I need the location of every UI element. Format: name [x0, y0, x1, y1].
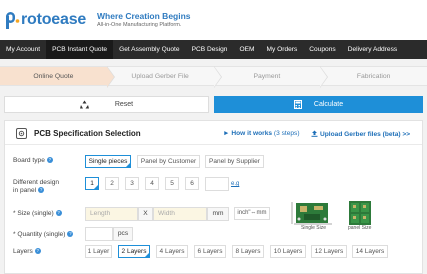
brand-tagline: Where Creation Begins All-in-One Manufac… [97, 11, 191, 28]
panel-size-label: panel Size [348, 225, 372, 231]
brand-name: rotoease [21, 11, 87, 28]
nav-pcb-design[interactable]: PCB Design [186, 40, 234, 59]
help-icon[interactable]: ? [55, 210, 62, 217]
upload-gerber-link[interactable]: Upload Gerber files (beta) >> [311, 130, 410, 138]
how-it-works-link[interactable]: ► How it works (3 steps) [223, 130, 300, 137]
size-label: * Size (single)? [13, 210, 62, 217]
nav-delivery-address[interactable]: Delivery Address [342, 40, 403, 59]
recycle-icon [79, 100, 89, 109]
main-nav: My Account PCB Instant Quote Get Assembl… [0, 40, 427, 59]
single-size-illustration [290, 201, 336, 227]
nav-get-assembly-quote[interactable]: Get Assembly Quote [113, 40, 185, 59]
spec-title: PCB Specification Selection [34, 129, 141, 138]
how-it-works-label: How it works [231, 130, 273, 137]
layers-option-1[interactable]: 1 Layer [85, 245, 112, 258]
layers-option-12[interactable]: 12 Layers [311, 245, 347, 258]
design-count-1[interactable]: 1 [85, 177, 99, 190]
layers-option-6[interactable]: 6 Layers [194, 245, 226, 258]
step-label: Fabrication [356, 73, 391, 80]
board-type-panel-by-supplier[interactable]: Panel by Supplier [205, 155, 264, 168]
layers-option-4[interactable]: 4 Layers [156, 245, 188, 258]
upload-gerber-label: Upload Gerber files (beta) >> [320, 131, 411, 138]
design-count-6[interactable]: 6 [185, 177, 199, 190]
board-type-panel-by-customer[interactable]: Panel by Customer [137, 155, 200, 168]
quantity-input[interactable] [85, 227, 113, 241]
nav-pcb-instant-quote[interactable]: PCB Instant Quote [46, 40, 114, 59]
brand-logo[interactable]: rotoease [6, 10, 86, 30]
nav-coupons[interactable]: Coupons [303, 40, 341, 59]
board-type-single-pieces[interactable]: Single pieces [85, 155, 131, 168]
help-icon[interactable]: ? [67, 231, 74, 238]
size-unit: mm [207, 207, 229, 221]
panel-size-illustration [349, 201, 371, 227]
reset-label: Reset [114, 101, 134, 108]
how-it-works-steps: (3 steps) [273, 130, 300, 137]
help-icon[interactable]: ? [46, 157, 53, 164]
design-count-4[interactable]: 4 [145, 177, 159, 190]
quantity-unit: pcs [113, 227, 133, 241]
tagline-title: Where Creation Begins [97, 11, 191, 21]
step-label: Payment [253, 73, 281, 80]
nav-my-orders[interactable]: My Orders [261, 40, 304, 59]
progress-steps: Online Quote Upload Gerber File Payment … [0, 66, 427, 88]
protoease-logo-icon [6, 11, 20, 29]
calculator-icon [293, 100, 302, 109]
design-count-5[interactable]: 5 [165, 177, 179, 190]
step-online-quote: Online Quote [0, 66, 115, 88]
help-icon[interactable]: ? [38, 187, 45, 194]
quantity-text: * Quantity (single) [13, 231, 66, 238]
nav-my-account[interactable]: My Account [0, 40, 46, 59]
design-eg-link[interactable]: e.g [231, 181, 239, 187]
upload-icon [311, 130, 318, 137]
pcb-spec-panel: PCB Specification Selection ► How it wor… [4, 120, 423, 274]
step-label: Online Quote [33, 73, 74, 80]
layers-text: Layers [13, 248, 33, 255]
length-input[interactable]: Length [85, 207, 138, 221]
step-fabrication: Fabrication [320, 66, 427, 86]
calculate-button[interactable]: Calculate [214, 96, 423, 113]
spec-header: PCB Specification Selection ► How it wor… [5, 121, 422, 145]
size-text: * Size (single) [13, 210, 54, 217]
layers-label: Layers? [13, 248, 41, 255]
design-count-input[interactable] [205, 177, 229, 191]
layers-option-2[interactable]: 2 Layers [118, 245, 150, 258]
reset-button[interactable]: Reset [4, 96, 209, 113]
step-upload-gerber: Upload Gerber File [106, 66, 222, 88]
tagline-subtitle: All-in-One Manufacturing Platform. [97, 22, 182, 28]
single-size-label: Single Size [301, 225, 327, 231]
size-separator: X [138, 207, 153, 221]
width-input[interactable]: Width [153, 207, 207, 221]
different-design-text-2: in panel [13, 187, 37, 194]
design-count-3[interactable]: 3 [125, 177, 139, 190]
unit-toggle-button[interactable]: inch"⇔mm [234, 207, 270, 220]
help-icon[interactable]: ? [34, 248, 41, 255]
layers-option-14[interactable]: 14 Layers [352, 245, 388, 258]
layers-option-10[interactable]: 10 Layers [270, 245, 306, 258]
board-type-text: Board type [13, 157, 45, 164]
board-type-label: Board type? [13, 157, 53, 164]
quantity-label: * Quantity (single)? [13, 231, 74, 238]
different-design-label: Different design in panel? [13, 179, 59, 195]
step-label: Upload Gerber File [131, 73, 189, 80]
site-header: rotoease Where Creation Begins All-in-On… [0, 0, 427, 40]
different-design-text: Different design [13, 179, 60, 186]
layers-option-8[interactable]: 8 Layers [232, 245, 264, 258]
step-payment: Payment [213, 66, 329, 88]
design-count-2[interactable]: 2 [105, 177, 119, 190]
calculate-label: Calculate [313, 101, 344, 108]
nav-oem[interactable]: OEM [233, 40, 260, 59]
gear-icon [16, 128, 27, 139]
